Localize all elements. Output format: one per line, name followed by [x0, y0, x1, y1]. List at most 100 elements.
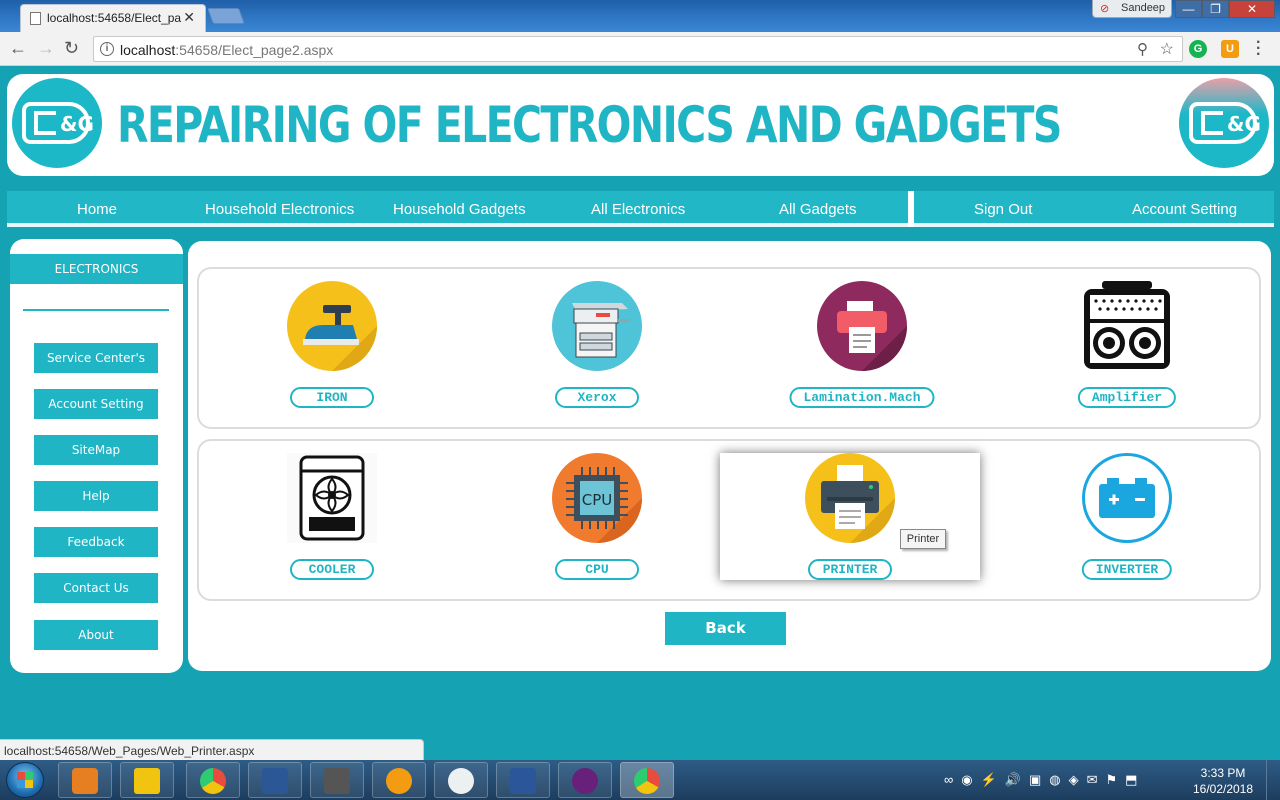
- product-label-amplifier[interactable]: Amplifier: [1077, 387, 1177, 408]
- taskbar-explorer[interactable]: [120, 762, 174, 798]
- main-nav: Home Household Electronics Household Gad…: [7, 191, 1274, 227]
- url-host: localhost: [120, 42, 176, 58]
- amplifier-icon[interactable]: [1082, 281, 1172, 371]
- nav-all-electronics[interactable]: All Electronics: [591, 201, 685, 218]
- grammarly-extension-icon[interactable]: G: [1189, 40, 1207, 58]
- system-tray[interactable]: ∞◉⚡🔊▣◍◈✉⚑⬒: [944, 772, 1145, 788]
- sidebar-item-help[interactable]: Help: [34, 481, 158, 511]
- taskbar-chrome[interactable]: [186, 762, 240, 798]
- sidebar-item-about[interactable]: About: [34, 620, 158, 650]
- taskbar-media-player[interactable]: [58, 762, 112, 798]
- product-label-printer[interactable]: PRINTER: [808, 559, 892, 580]
- info-icon[interactable]: i: [100, 42, 114, 56]
- logo-letter-e: [1201, 111, 1223, 135]
- browser-tab[interactable]: localhost:54658/Elect_pa ✕: [20, 4, 206, 32]
- address-bar[interactable]: i localhost:54658/Elect_page2.aspx ⚲ ☆: [93, 36, 1183, 62]
- folder-icon: [134, 768, 160, 794]
- product-card-iron[interactable]: IRON: [202, 269, 462, 427]
- product-label-cooler[interactable]: COOLER: [290, 559, 374, 580]
- taskbar: ∞◉⚡🔊▣◍◈✉⚑⬒ 3:33 PM 16/02/2018: [0, 760, 1280, 800]
- lamination-machine-icon[interactable]: [817, 281, 907, 371]
- iron-icon[interactable]: [287, 281, 377, 371]
- sidebar-divider: [23, 309, 169, 311]
- product-card-cpu[interactable]: CPU CPU: [467, 441, 727, 599]
- product-label-lamination[interactable]: Lamination.Mach: [789, 387, 935, 408]
- profile-badge[interactable]: ⊘ Sandeep: [1092, 0, 1172, 18]
- nav-all-gadgets[interactable]: All Gadgets: [779, 201, 857, 218]
- printer-tooltip: Printer: [900, 529, 946, 549]
- page-icon: [30, 12, 41, 25]
- reload-icon[interactable]: ↻: [64, 38, 79, 59]
- visual-studio-icon: [572, 768, 598, 794]
- nav-home[interactable]: Home: [77, 201, 117, 218]
- sidebar-item-service-centers[interactable]: Service Center's: [34, 343, 158, 373]
- product-card-amplifier[interactable]: Amplifier: [997, 269, 1257, 427]
- taskbar-powershell[interactable]: [248, 762, 302, 798]
- sidebar-item-feedback[interactable]: Feedback: [34, 527, 158, 557]
- taskbar-sql[interactable]: [310, 762, 364, 798]
- back-arrow-icon[interactable]: ←: [9, 38, 27, 59]
- nav-account-setting[interactable]: Account Setting: [1132, 201, 1237, 218]
- taskbar-uc-browser[interactable]: [372, 762, 426, 798]
- cooler-icon[interactable]: [287, 453, 377, 543]
- nav-sign-out[interactable]: Sign Out: [974, 201, 1032, 218]
- user-icon: ⊘: [1100, 3, 1110, 15]
- tab-title: localhost:54658/Elect_pa: [47, 11, 182, 25]
- close-window-button[interactable]: ✕: [1229, 0, 1275, 18]
- taskbar-visual-studio[interactable]: [558, 762, 612, 798]
- nav-divider: [908, 191, 914, 227]
- product-card-xerox[interactable]: Xerox: [467, 269, 727, 427]
- new-tab-button[interactable]: [207, 8, 245, 24]
- minimize-button[interactable]: —: [1175, 0, 1202, 18]
- clock-date: 16/02/2018: [1192, 782, 1254, 796]
- taskbar-word[interactable]: [496, 762, 550, 798]
- extension-icon[interactable]: U: [1221, 40, 1239, 58]
- product-label-iron[interactable]: IRON: [290, 387, 374, 408]
- logo-letter-e: [34, 111, 56, 135]
- status-url: localhost:54658/Web_Pages/Web_Printer.as…: [0, 739, 424, 760]
- clock-time: 3:33 PM: [1200, 766, 1246, 780]
- xerox-icon[interactable]: [552, 281, 642, 371]
- maximize-button[interactable]: ❐: [1202, 0, 1229, 18]
- nav-household-electronics[interactable]: Household Electronics: [205, 201, 354, 218]
- forward-arrow-icon[interactable]: →: [37, 38, 55, 59]
- windows-logo-icon-lower: [17, 780, 33, 788]
- close-tab-icon[interactable]: ✕: [183, 9, 195, 26]
- nav-household-gadgets[interactable]: Household Gadgets: [393, 201, 526, 218]
- paint-icon: [448, 768, 474, 794]
- browser-menu-icon[interactable]: · · ·: [1256, 35, 1261, 63]
- zoom-icon[interactable]: ⚲: [1137, 40, 1148, 58]
- sidebar-item-contact-us[interactable]: Contact Us: [34, 573, 158, 603]
- sql-icon: [324, 768, 350, 794]
- printer-icon[interactable]: [805, 453, 895, 543]
- taskbar-clock[interactable]: 3:33 PM 16/02/2018: [1188, 765, 1258, 797]
- word-icon: [510, 768, 536, 794]
- chrome-icon: [634, 768, 660, 794]
- powershell-icon: [262, 768, 288, 794]
- product-label-inverter[interactable]: INVERTER: [1081, 559, 1173, 580]
- sidebar-heading: ELECTRONICS: [10, 254, 183, 284]
- back-button[interactable]: Back: [665, 612, 786, 645]
- product-label-cpu[interactable]: CPU: [555, 559, 639, 580]
- url-path: :54658/Elect_page2.aspx: [175, 42, 334, 58]
- taskbar-paint[interactable]: [434, 762, 488, 798]
- sidebar-item-account-setting[interactable]: Account Setting: [34, 389, 158, 419]
- logo-letters: &G: [60, 112, 94, 136]
- show-desktop-button[interactable]: [1266, 760, 1280, 800]
- browser-toolbar: ← → ↻ i localhost:54658/Elect_page2.aspx…: [0, 32, 1280, 66]
- product-card-cooler[interactable]: COOLER: [202, 441, 462, 599]
- cpu-icon[interactable]: CPU: [552, 453, 642, 543]
- product-card-printer[interactable]: PRINTER: [720, 453, 980, 580]
- site-header: &G REPAIRING OF ELECTRONICS AND GADGETS …: [7, 74, 1274, 176]
- inverter-icon[interactable]: [1082, 453, 1172, 543]
- start-button[interactable]: [6, 762, 44, 798]
- product-card-inverter[interactable]: INVERTER: [997, 441, 1257, 599]
- url-text[interactable]: localhost:54658/Elect_page2.aspx: [120, 42, 333, 58]
- product-card-lamination[interactable]: Lamination.Mach: [732, 269, 992, 427]
- bookmark-star-icon[interactable]: ☆: [1160, 39, 1174, 59]
- product-label-xerox[interactable]: Xerox: [555, 387, 639, 408]
- site-logo[interactable]: &G: [12, 78, 102, 168]
- sidebar-item-sitemap[interactable]: SiteMap: [34, 435, 158, 465]
- taskbar-chrome-active[interactable]: [620, 762, 674, 798]
- site-title: REPAIRING OF ELECTRONICS AND GADGETS: [117, 96, 1062, 154]
